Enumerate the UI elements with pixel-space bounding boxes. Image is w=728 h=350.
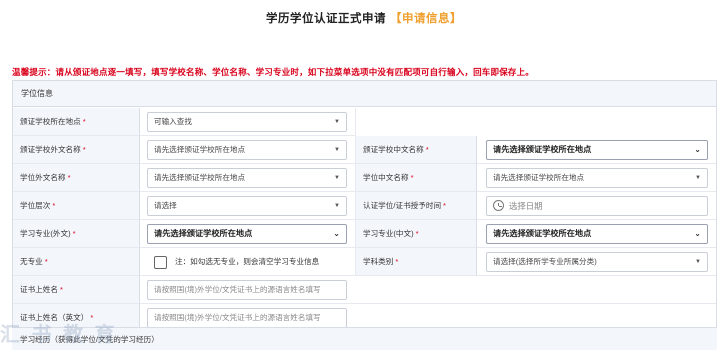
degree-chinese-select[interactable]: 请先选择颁证学校所在地点 ▼ — [486, 168, 708, 188]
location-select[interactable]: 可输入查找 ▼ — [147, 112, 347, 132]
cert-name-label-text: 证书上姓名 — [20, 285, 58, 294]
page-title-text: 学历学位认证正式申请 — [266, 13, 386, 25]
award-time-datepicker[interactable]: 选择日期 — [486, 196, 708, 216]
degree-foreign-select[interactable]: 请先选择颁证学校所在地点 ▼ — [147, 168, 347, 188]
award-time-label-text: 认证学位/证书授予时间 — [363, 201, 442, 210]
clock-icon — [493, 200, 504, 211]
major-foreign-label-text: 学习专业(外文) — [20, 229, 71, 238]
location-label: 颁证学校所在地点 * — [13, 108, 140, 136]
cert-name-en-input[interactable]: 请按照国(境)外学位/文凭证书上的源语言姓名填写 — [147, 308, 347, 328]
school-chinese-cell: 请先选择颁证学校所在地点 ⌄ — [477, 136, 716, 164]
cert-name-cell: 请按照国(境)外学位/文凭证书上的源语言姓名填写 — [140, 276, 716, 304]
row-major: 学习专业(外文) * 请先选择颁证学校所在地点 ⌄ 学习专业(中文) * 请先选择颁证… — [13, 220, 716, 248]
required-mark: * — [72, 229, 76, 238]
school-chinese-select[interactable]: 请先选择颁证学校所在地点 ⌄ — [486, 140, 708, 160]
required-mark: * — [44, 257, 48, 266]
location-select-value: 可输入查找 — [154, 117, 192, 126]
row-no-major: 无专业 * 注：如勾选无专业，则会清空学习专业信息 学科类别 * 请选择(选择所学专… — [13, 248, 716, 276]
discipline-label: 学科类别 * — [356, 248, 477, 276]
degree-chinese-label: 学位中文名称 * — [356, 164, 477, 192]
major-foreign-select[interactable]: 请先选择颁证学校所在地点 ⌄ — [147, 224, 347, 244]
degree-chinese-select-value: 请先选择颁证学校所在地点 — [493, 173, 585, 182]
chevron-down-icon: ▼ — [334, 203, 340, 209]
section-title: 学位信息 — [13, 81, 716, 107]
no-major-cell: 注：如勾选无专业，则会清空学习专业信息 — [140, 248, 356, 276]
degree-foreign-cell: 请先选择颁证学校所在地点 ▼ — [140, 164, 356, 192]
award-time-placeholder: 选择日期 — [509, 201, 543, 211]
cert-name-placeholder: 请按照国(境)外学位/文凭证书上的源语言姓名填写 — [154, 285, 321, 294]
degree-foreign-label-text: 学位外文名称 — [20, 173, 66, 182]
school-chinese-label: 颁证学校中文名称 * — [356, 136, 477, 164]
page-title-highlight: 【申请信息】 — [390, 13, 462, 25]
degree-level-label-text: 学位层次 — [20, 201, 51, 210]
discipline-select-value: 请选择(选择所学专业所属分类) — [493, 257, 597, 266]
discipline-cell: 请选择(选择所学专业所属分类) ▼ — [477, 248, 716, 276]
cert-name-en-placeholder: 请按照国(境)外学位/文凭证书上的源语言姓名填写 — [154, 313, 321, 322]
chevron-down-icon: ▼ — [334, 119, 340, 125]
school-foreign-select-value: 请先选择颁证学校所在地点 — [154, 145, 246, 154]
location-label-text: 颁证学校所在地点 — [20, 117, 81, 126]
chevron-down-icon: ⌄ — [333, 229, 340, 238]
required-mark: * — [425, 145, 429, 154]
award-time-label: 认证学位/证书授予时间 * — [356, 192, 477, 220]
chevron-down-icon: ▼ — [334, 147, 340, 153]
no-major-checkbox[interactable] — [154, 255, 167, 269]
row-cert-name: 证书上姓名 * 请按照国(境)外学位/文凭证书上的源语言姓名填写 — [13, 276, 716, 304]
degree-foreign-select-value: 请先选择颁证学校所在地点 — [154, 173, 246, 182]
page-title: 学历学位认证正式申请 【申请信息】 — [0, 10, 728, 26]
degree-level-select-value: 请选择 — [154, 201, 177, 210]
required-mark: * — [52, 201, 56, 210]
major-chinese-cell: 请先选择颁证学校所在地点 ⌄ — [477, 220, 716, 248]
required-mark: * — [59, 285, 63, 294]
no-major-label-text: 无专业 — [20, 257, 43, 266]
degree-foreign-label: 学位外文名称 * — [13, 164, 140, 192]
school-chinese-label-text: 颁证学校中文名称 — [363, 145, 424, 154]
cert-name-label: 证书上姓名 * — [13, 276, 140, 304]
school-chinese-select-value: 请先选择颁证学校所在地点 — [493, 145, 592, 154]
chevron-down-icon: ▼ — [334, 175, 340, 181]
required-mark: * — [410, 173, 414, 182]
major-chinese-label: 学习专业(中文) * — [356, 220, 477, 248]
required-mark: * — [415, 229, 419, 238]
school-foreign-cell: 请先选择颁证学校所在地点 ▼ — [140, 136, 356, 164]
watermark: 汇 书 教 育 — [0, 324, 118, 346]
major-chinese-label-text: 学习专业(中文) — [363, 229, 414, 238]
degree-level-label: 学位层次 * — [13, 192, 140, 220]
cert-name-input[interactable]: 请按照国(境)外学位/文凭证书上的源语言姓名填写 — [147, 280, 347, 300]
required-mark: * — [443, 201, 447, 210]
required-mark: * — [82, 145, 86, 154]
degree-info-panel: 学位信息 颁证学校所在地点 * 可输入查找 ▼ 颁证学校外文名称 * 请先选择颁证学校… — [12, 80, 717, 350]
row-location: 颁证学校所在地点 * 可输入查找 ▼ — [13, 108, 716, 136]
school-foreign-label: 颁证学校外文名称 * — [13, 136, 140, 164]
discipline-label-text: 学科类别 — [363, 257, 394, 266]
major-chinese-select[interactable]: 请先选择颁证学校所在地点 ⌄ — [486, 224, 708, 244]
major-foreign-select-value: 请先选择颁证学校所在地点 — [154, 229, 253, 238]
major-chinese-select-value: 请先选择颁证学校所在地点 — [493, 229, 592, 238]
discipline-select[interactable]: 请选择(选择所学专业所属分类) ▼ — [486, 252, 708, 272]
chevron-down-icon: ▼ — [695, 259, 701, 265]
chevron-down-icon: ⌄ — [694, 229, 701, 238]
degree-chinese-label-text: 学位中文名称 — [363, 173, 409, 182]
degree-chinese-cell: 请先选择颁证学校所在地点 ▼ — [477, 164, 716, 192]
no-major-checkbox-wrap: 注：如勾选无专业，则会清空学习专业信息 — [154, 255, 319, 269]
required-mark: * — [67, 173, 71, 182]
required-mark: * — [395, 257, 399, 266]
location-cell: 可输入查找 ▼ — [140, 108, 356, 136]
required-mark: * — [82, 117, 86, 126]
school-foreign-select[interactable]: 请先选择颁证学校所在地点 ▼ — [147, 140, 347, 160]
no-major-label: 无专业 * — [13, 248, 140, 276]
row-school-name: 颁证学校外文名称 * 请先选择颁证学校所在地点 ▼ 颁证学校中文名称 * 请先选择颁证… — [13, 136, 716, 164]
school-foreign-label-text: 颁证学校外文名称 — [20, 145, 81, 154]
degree-level-cell: 请选择 ▼ — [140, 192, 356, 220]
row-degree-name: 学位外文名称 * 请先选择颁证学校所在地点 ▼ 学位中文名称 * 请先选择颁证学校所在… — [13, 164, 716, 192]
warm-tip: 温馨提示：请从颁证地点逐一填写，填写学校名称、学位名称、学习专业时，如下拉菜单选… — [12, 67, 535, 77]
major-foreign-cell: 请先选择颁证学校所在地点 ⌄ — [140, 220, 356, 248]
row-degree-level: 学位层次 * 请选择 ▼ 认证学位/证书授予时间 * 选择日期 — [13, 192, 716, 220]
major-foreign-label: 学习专业(外文) * — [13, 220, 140, 248]
award-time-cell: 选择日期 — [477, 192, 716, 220]
degree-level-select[interactable]: 请选择 ▼ — [147, 196, 347, 216]
no-major-note: 注：如勾选无专业，则会清空学习专业信息 — [175, 257, 320, 266]
chevron-down-icon: ▼ — [695, 175, 701, 181]
chevron-down-icon: ⌄ — [694, 145, 701, 154]
